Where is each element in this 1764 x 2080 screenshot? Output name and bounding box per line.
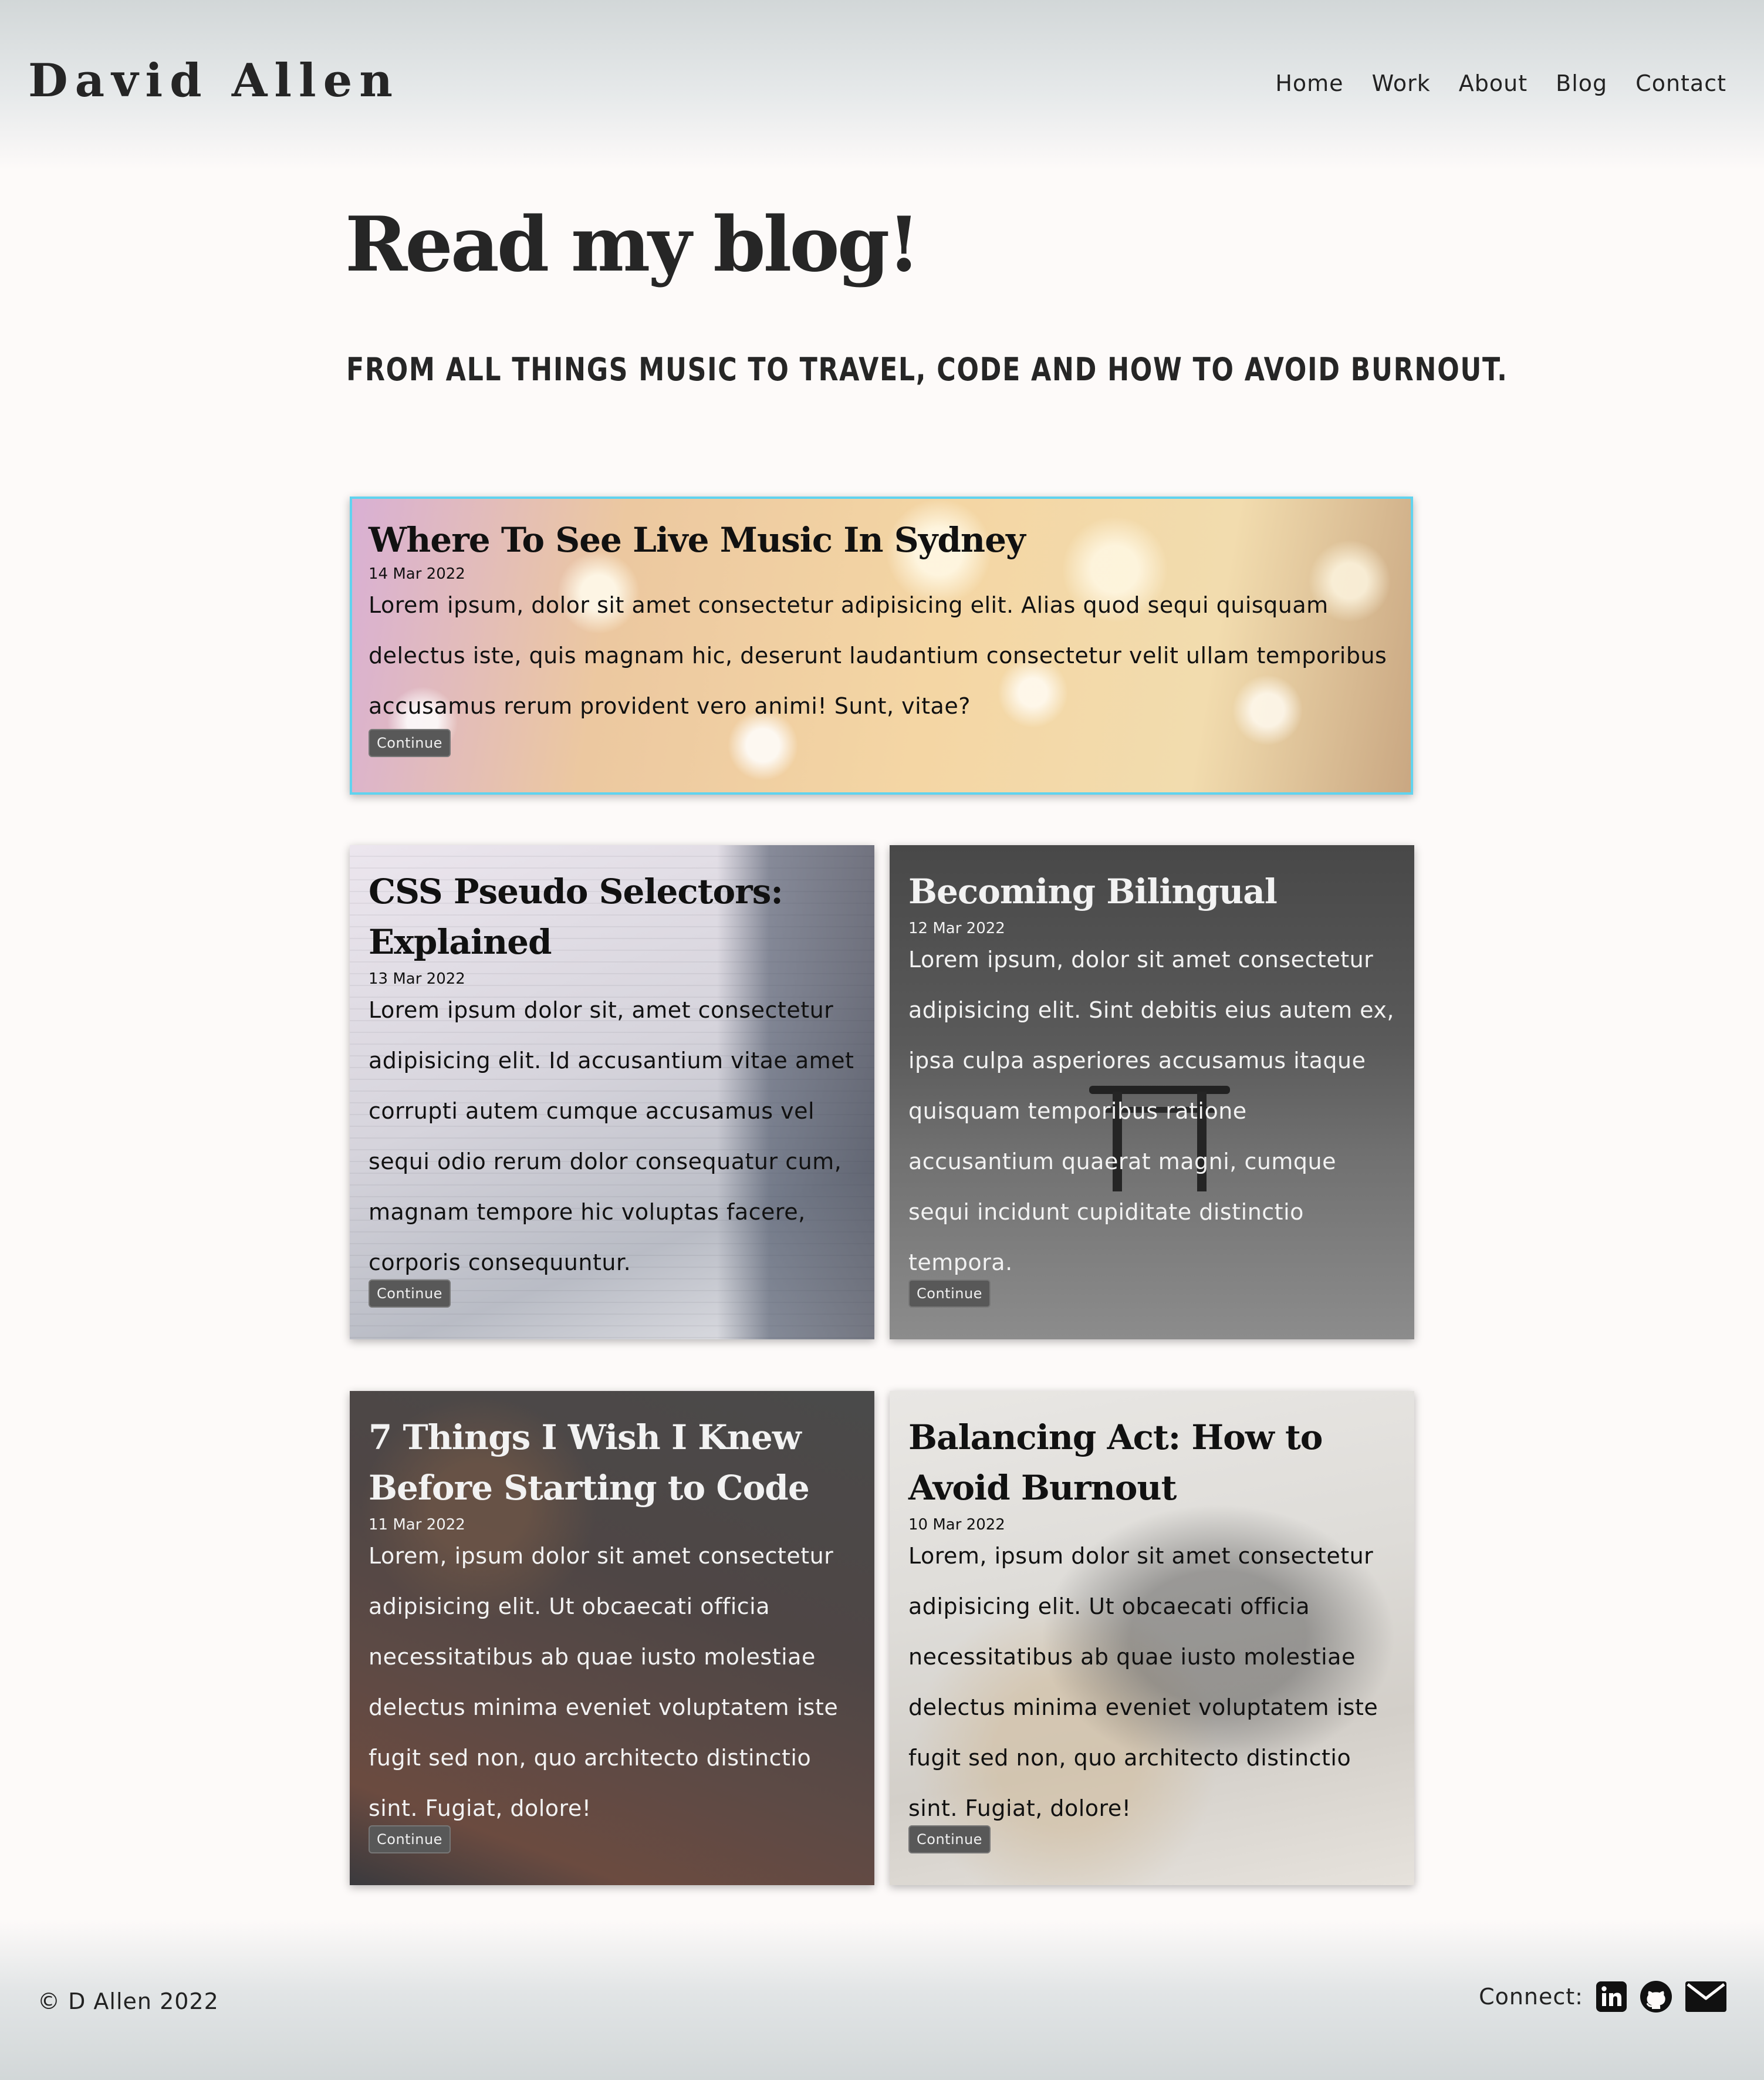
- page-subtitle: FROM ALL THINGS MUSIC TO TRAVEL, CODE AN…: [346, 351, 1508, 388]
- blog-card-seven-things[interactable]: 7 Things I Wish I Knew Before Starting t…: [350, 1391, 874, 1885]
- blog-card-bilingual[interactable]: Becoming Bilingual 12 Mar 2022 Lorem ips…: [890, 845, 1414, 1339]
- blog-card-burnout[interactable]: Balancing Act: How to Avoid Burnout 10 M…: [890, 1391, 1414, 1885]
- blog-card-css-pseudo[interactable]: CSS Pseudo Selectors: Explained 13 Mar 2…: [350, 845, 874, 1339]
- site-footer: © D Allen 2022 Connect:: [0, 1919, 1764, 2080]
- site-header: David Allen Home Work About Blog Contact: [0, 0, 1764, 170]
- continue-button[interactable]: Continue: [908, 1279, 991, 1308]
- card-title[interactable]: 7 Things I Wish I Knew Before Starting t…: [369, 1412, 858, 1513]
- connect-label: Connect:: [1479, 1984, 1583, 2010]
- nav-contact-link[interactable]: Contact: [1635, 70, 1726, 96]
- card-excerpt: Lorem ipsum, dolor sit amet consectetur …: [369, 592, 1387, 719]
- card-title[interactable]: Becoming Bilingual: [908, 866, 1398, 917]
- nav-blog-link[interactable]: Blog: [1556, 70, 1607, 96]
- copyright-text: © D Allen 2022: [38, 1988, 219, 2014]
- card-title[interactable]: CSS Pseudo Selectors: Explained: [369, 866, 858, 967]
- nav-home-link[interactable]: Home: [1275, 70, 1343, 96]
- linkedin-icon[interactable]: [1596, 1981, 1627, 2012]
- card-excerpt: Lorem, ipsum dolor sit amet consectetur …: [369, 1543, 839, 1821]
- nav-work-link[interactable]: Work: [1372, 70, 1431, 96]
- github-icon[interactable]: [1640, 1980, 1672, 2013]
- main-nav: Home Work About Blog Contact: [1275, 70, 1726, 96]
- continue-button[interactable]: Continue: [369, 1825, 451, 1853]
- blog-card-live-music[interactable]: Where To See Live Music In Sydney 14 Mar…: [350, 497, 1413, 795]
- card-title[interactable]: Where To See Live Music In Sydney: [369, 518, 1394, 562]
- email-icon[interactable]: [1685, 1981, 1726, 2012]
- site-logo[interactable]: David Allen: [28, 54, 400, 107]
- page-title: Read my blog!: [345, 201, 920, 289]
- card-title[interactable]: Balancing Act: How to Avoid Burnout: [908, 1412, 1398, 1513]
- card-excerpt: Lorem ipsum dolor sit, amet consectetur …: [369, 997, 854, 1275]
- social-links: Connect:: [1479, 1980, 1726, 2013]
- card-excerpt: Lorem ipsum, dolor sit amet consectetur …: [908, 947, 1394, 1275]
- continue-button[interactable]: Continue: [369, 1279, 451, 1308]
- card-excerpt: Lorem, ipsum dolor sit amet consectetur …: [908, 1543, 1378, 1821]
- continue-button[interactable]: Continue: [908, 1825, 991, 1853]
- continue-button[interactable]: Continue: [369, 729, 451, 757]
- nav-about-link[interactable]: About: [1459, 70, 1528, 96]
